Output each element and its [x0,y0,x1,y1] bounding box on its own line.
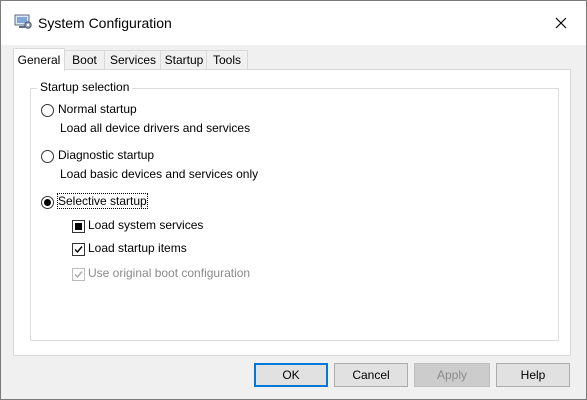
ok-button[interactable]: OK [254,363,328,387]
tab-boot[interactable]: Boot [63,50,106,70]
cancel-button[interactable]: Cancel [334,363,408,387]
tab-tools[interactable]: Tools [206,50,248,70]
startup-selection-group: Startup selection Normal startup Load al… [30,80,559,341]
selective-startup-label[interactable]: Selective startup [57,193,148,209]
tab-services[interactable]: Services [104,50,162,70]
close-icon [555,17,567,32]
title-bar[interactable]: System Configuration [1,1,586,45]
general-tab-panel: Startup selection Normal startup Load al… [13,69,571,356]
normal-startup-description: Load all device drivers and services [60,121,251,135]
system-configuration-window: System Configuration General Boot Servic… [0,0,587,400]
close-button[interactable] [541,9,581,39]
selective-startup-radio[interactable] [41,196,54,209]
normal-startup-label[interactable]: Normal startup [58,102,137,116]
msconfig-icon [14,14,32,30]
load-startup-items-checkbox[interactable] [72,243,85,256]
normal-startup-radio[interactable] [41,104,54,117]
checkmark-icon [74,246,83,254]
use-original-boot-label: Use original boot configuration [88,266,251,280]
use-original-boot-checkbox [72,268,85,281]
load-startup-items-label[interactable]: Load startup items [88,241,187,255]
startup-selection-legend: Startup selection [37,80,133,94]
diagnostic-startup-radio[interactable] [41,150,54,163]
load-system-services-label[interactable]: Load system services [88,218,203,232]
tab-startup[interactable]: Startup [160,50,208,70]
tab-general[interactable]: General [13,48,65,71]
apply-button[interactable]: Apply [414,363,490,387]
diagnostic-startup-description: Load basic devices and services only [60,167,259,181]
window-title: System Configuration [38,15,172,31]
load-system-services-checkbox[interactable] [72,220,85,233]
diagnostic-startup-label[interactable]: Diagnostic startup [58,148,154,162]
checkmark-icon [74,271,83,279]
help-button[interactable]: Help [496,363,570,387]
